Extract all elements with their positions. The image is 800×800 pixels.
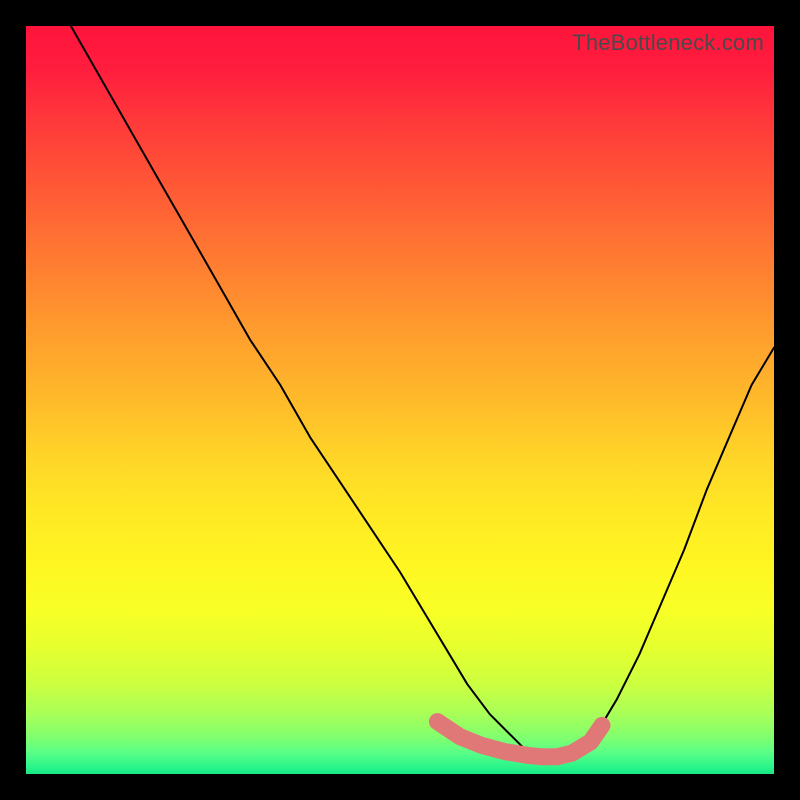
chart-frame: TheBottleneck.com: [0, 0, 800, 800]
plot-area: TheBottleneck.com: [26, 26, 774, 774]
bottleneck-curve-path: [71, 26, 774, 759]
curve-overlay: [26, 26, 774, 774]
bottom-highlight-path: [437, 722, 602, 757]
watermark-text: TheBottleneck.com: [572, 30, 764, 56]
